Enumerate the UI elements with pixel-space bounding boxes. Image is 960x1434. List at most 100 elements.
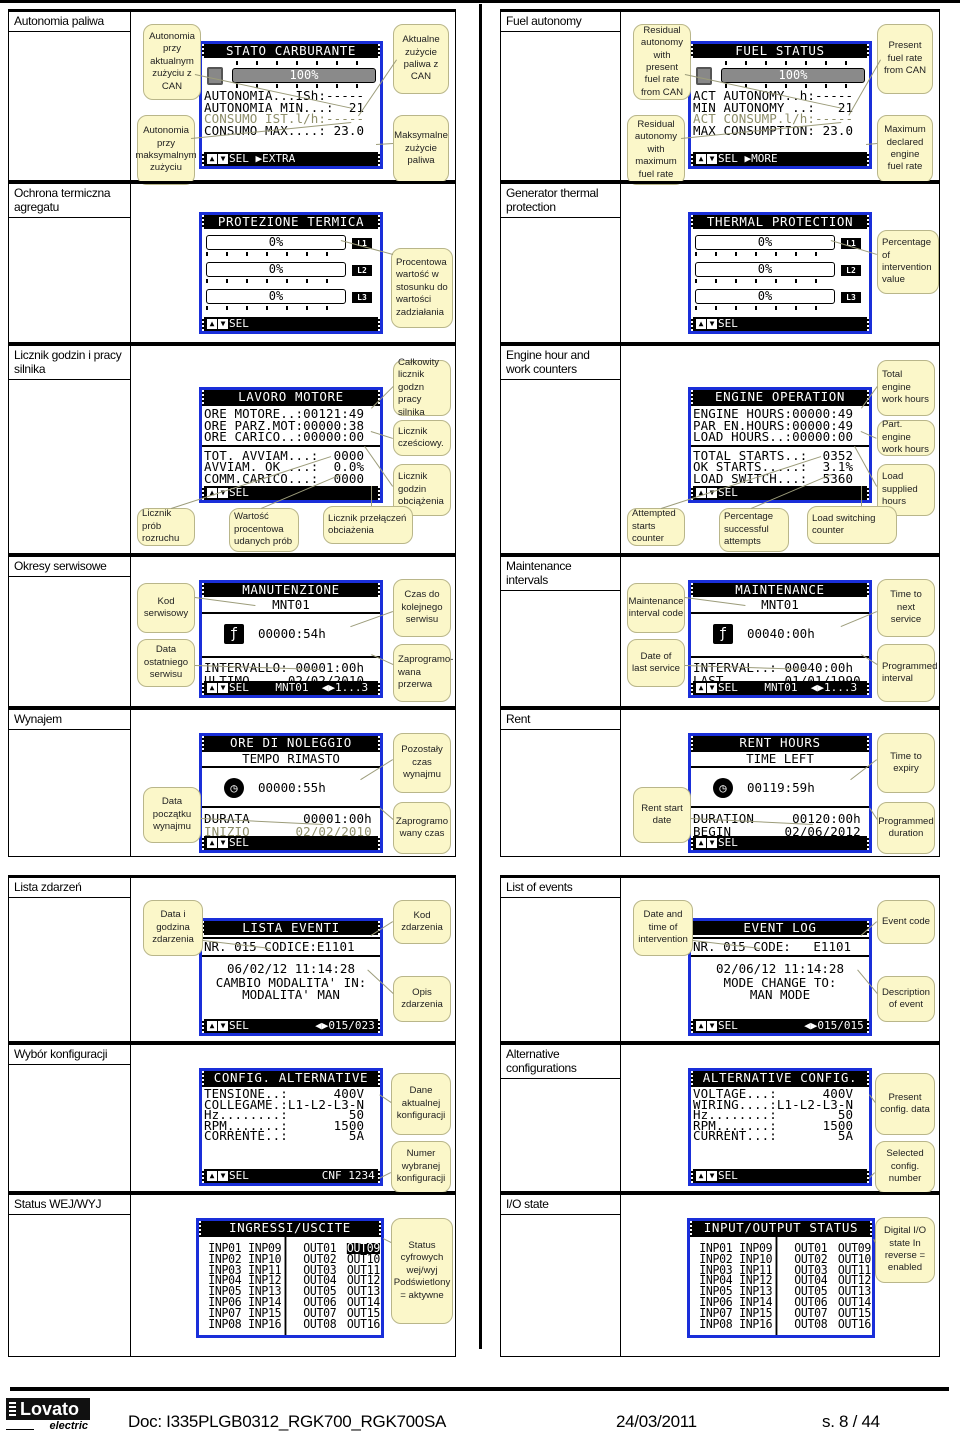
lcd-title: PROTEZIONE TERMICA: [202, 215, 380, 229]
section-label-cell: Wybór konfiguracji: [9, 1045, 131, 1191]
down-arrow-icon: ▼: [218, 683, 228, 693]
outputs-rest: OUT10 OUT11 OUT12 OUT13 OUT14 OUT15 OUT1…: [346, 1250, 380, 1331]
thermal-gauge: 0%: [206, 262, 346, 277]
callout-bubble: Present config. data: [875, 1073, 935, 1135]
callout-bubble: Total engine work hours: [877, 360, 935, 416]
softkey-label: SEL: [718, 1169, 738, 1182]
section-label-cell: Generator thermal protection: [501, 184, 621, 342]
section-body: MAINTENANCEMNT01ƒ00040:00hINTERVAL..: 00…: [621, 557, 939, 706]
callout-bubble: Dane aktualnej konfiguracji: [391, 1073, 451, 1135]
lcd-title: THERMAL PROTECTION: [691, 215, 869, 229]
down-arrow-icon: ▼: [218, 1021, 228, 1031]
hour-counters-box: ORE MOTORE..:00121:49 ORE PARZ.MOT:00000:…: [202, 404, 380, 447]
section-body: MANUTENZIONEMNT01ƒ00000:54hINTERVALLO: 0…: [131, 557, 455, 706]
lcd-screen: ENGINE OPERATION ENGINE HOURS:00000:49 PAR…: [691, 390, 869, 500]
section-rent: Rent RENT HOURS TIME LEFT ◷ 00119:59h DURATIO…: [500, 707, 940, 857]
lcd-screen: RENT HOURS TIME LEFT ◷ 00119:59h DURATION 00…: [691, 736, 869, 850]
section-body: CONFIG. ALTERNATIVE TENSIONE..: 400V COLLE…: [131, 1045, 455, 1193]
section-label-cell: Ochrona termiczna agregatu: [9, 184, 131, 342]
section-io: Status WEJ/WYJ INGRESSI/USCITE INP01 INP09…: [8, 1192, 456, 1357]
lcd-screen: ALTERNATIVE CONFIG. VOLTAGE...: 400V WIRIN…: [691, 1071, 869, 1183]
logo-subtitle: electric: [6, 1420, 90, 1432]
event-header: NR. 015 CODE: E1101: [691, 937, 869, 957]
section-label-cell: Okresy serwisowe: [9, 557, 131, 706]
lcd-softkey-bar: ▲ ▼ SEL: [691, 1169, 869, 1183]
section-label: Wynajem: [9, 710, 130, 730]
thermal-gauge: 0%: [695, 235, 835, 250]
lcd-row: ORE CARICO..:00000:00: [204, 429, 365, 444]
section-body: STATO CARBURANTE 100% AUTONOMIA...ISh:----…: [131, 12, 455, 185]
up-arrow-icon: ▲: [207, 1021, 217, 1031]
gauge-ticks: [206, 252, 346, 256]
thermal-gauge: 0%: [695, 289, 835, 304]
callout-text: Load switching counter: [812, 512, 876, 536]
phase-tag: L2: [841, 265, 861, 276]
callout-text: Czas do kolejnego serwisu: [401, 589, 443, 626]
callout-bubble: Aktualne zużycie paliwa z CAN: [393, 24, 449, 94]
inputs-list: INP01 INP09 INP02 INP10 INP03 INP11 INP0…: [199, 1237, 287, 1335]
io-status-lcd: INPUT/OUTPUT STATUS INP01 INP09 INP02 INP…: [687, 1218, 875, 1338]
callout-text: Time to next service: [890, 589, 922, 626]
lcd-softkey-bar: ▲ ▼ SEL: [691, 836, 869, 850]
lcd-title: RENT HOURS: [691, 736, 869, 750]
section-label: Fuel autonomy: [501, 12, 620, 32]
callout-bubble: Part. engine work hours: [877, 419, 935, 456]
up-arrow-icon: ▲: [207, 683, 217, 693]
lcd-row: CURRENT...: 5A: [693, 1128, 854, 1144]
section-maint: Maintenance intervals MAINTENANCE MNT01 ƒ 00…: [500, 554, 940, 707]
lcd-title: LISTA EVENTI: [202, 921, 380, 935]
section-label-cell: Maintenance intervals: [501, 557, 621, 706]
callout-text: Total engine work hours: [882, 369, 929, 406]
callout-text: Aktualne zużycie paliwa z CAN: [402, 34, 440, 83]
section-label-cell: Licznik godzin i pracy silnika: [9, 346, 131, 553]
fuel-level-bar: 100%: [232, 68, 376, 83]
softkey-label: SEL MNT01 ◀▶1...3: [718, 681, 858, 694]
section-label-cell: Fuel autonomy: [501, 12, 621, 180]
down-arrow-icon: ▼: [218, 154, 228, 164]
callout-bubble: Data ostatniego serwisu: [137, 639, 195, 687]
callout-text: Kod zdarzenia: [401, 909, 443, 933]
io-status-lcd: INGRESSI/USCITE INP01 INP09 INP02 INP10 I…: [196, 1218, 384, 1338]
gauge-ticks: [206, 306, 346, 310]
config-rows: VOLTAGE...: 400V WIRING....:L1-L2-L3-N Hz.…: [691, 1085, 869, 1142]
section-thermal: Ochrona termiczna agregatu PROTEZIONE TER…: [8, 181, 456, 343]
callout-bubble: Selected config. number: [875, 1141, 935, 1193]
down-arrow-icon: ▼: [218, 319, 228, 329]
section-body: ALTERNATIVE CONFIG. VOLTAGE...: 400V WIRIN…: [621, 1045, 939, 1193]
section-rent: Wynajem ORE DI NOLEGGIO TEMPO RIMASTO ◷ 0000…: [8, 707, 456, 857]
hour-counters-box: ENGINE HOURS:00000:49 PAR EN.HOURS:00000:…: [691, 404, 869, 447]
callout-text: Status cyfrowych wej/wyj Podświetlony = …: [393, 1239, 451, 1301]
lcd-title: MAINTENANCE: [691, 583, 869, 597]
up-arrow-icon: ▲: [696, 1171, 706, 1181]
gauge-ticks: [236, 61, 376, 65]
callout-bubble: Wartość procentowa udanych prób: [229, 508, 299, 552]
event-datetime: 02/06/12 11:14:28: [716, 961, 844, 976]
callout-bubble: Kod serwisowy: [137, 583, 195, 633]
lcd-softkey-bar: ▲ ▼ SEL ▶MORE: [691, 152, 869, 166]
callout-bubble: Numer wybranej konfiguracji: [391, 1141, 451, 1193]
callout-text: Description of event: [882, 986, 930, 1010]
config-rows: TENSIONE..: 400V COLLEGAME.:L1-L2-L3-N Hz.…: [202, 1085, 380, 1142]
section-body: RENT HOURS TIME LEFT ◷ 00119:59h DURATION 00…: [621, 710, 939, 856]
section-label: Lista zdarzeń: [9, 878, 130, 898]
lcd-title: CONFIG. ALTERNATIVE: [202, 1071, 380, 1085]
lcd-title: INGRESSI/USCITE: [199, 1221, 381, 1235]
time-value: 00000:54h: [258, 626, 326, 641]
lcd-title: ENGINE OPERATION: [691, 390, 869, 404]
lcd-row: CORRENTE..: 5A: [204, 1128, 365, 1144]
section-body: INPUT/OUTPUT STATUS INP01 INP09 INP02 INP…: [621, 1195, 939, 1356]
clock-icon: ◷: [224, 778, 244, 798]
callout-bubble: Autonomia przy maksymalnym zużyciu: [135, 115, 197, 185]
event-log-lcd: EVENT LOG NR. 015 CODE: E1101 02/06/12 11:…: [688, 918, 872, 1036]
up-arrow-icon: ▲: [207, 319, 217, 329]
section-label: Engine hour and work counters: [501, 346, 620, 380]
lcd-title: LAVORO MOTORE: [202, 390, 380, 404]
callout-text: Kod serwisowy: [143, 595, 189, 619]
event-description: MAN MODE: [749, 987, 811, 1002]
thermal-gauge: 0%: [206, 235, 346, 250]
callout-bubble: Programmed duration: [877, 802, 935, 854]
callout-leader-line: [375, 143, 393, 145]
callout-bubble: Attempted starts counter: [627, 508, 685, 546]
thermal-protection-lcd: THERMAL PROTECTION 0% L1 0% L2 0% L3 ▲ ▼ SEL: [688, 212, 872, 334]
time-left: ◷ 00119:59h: [691, 768, 869, 808]
